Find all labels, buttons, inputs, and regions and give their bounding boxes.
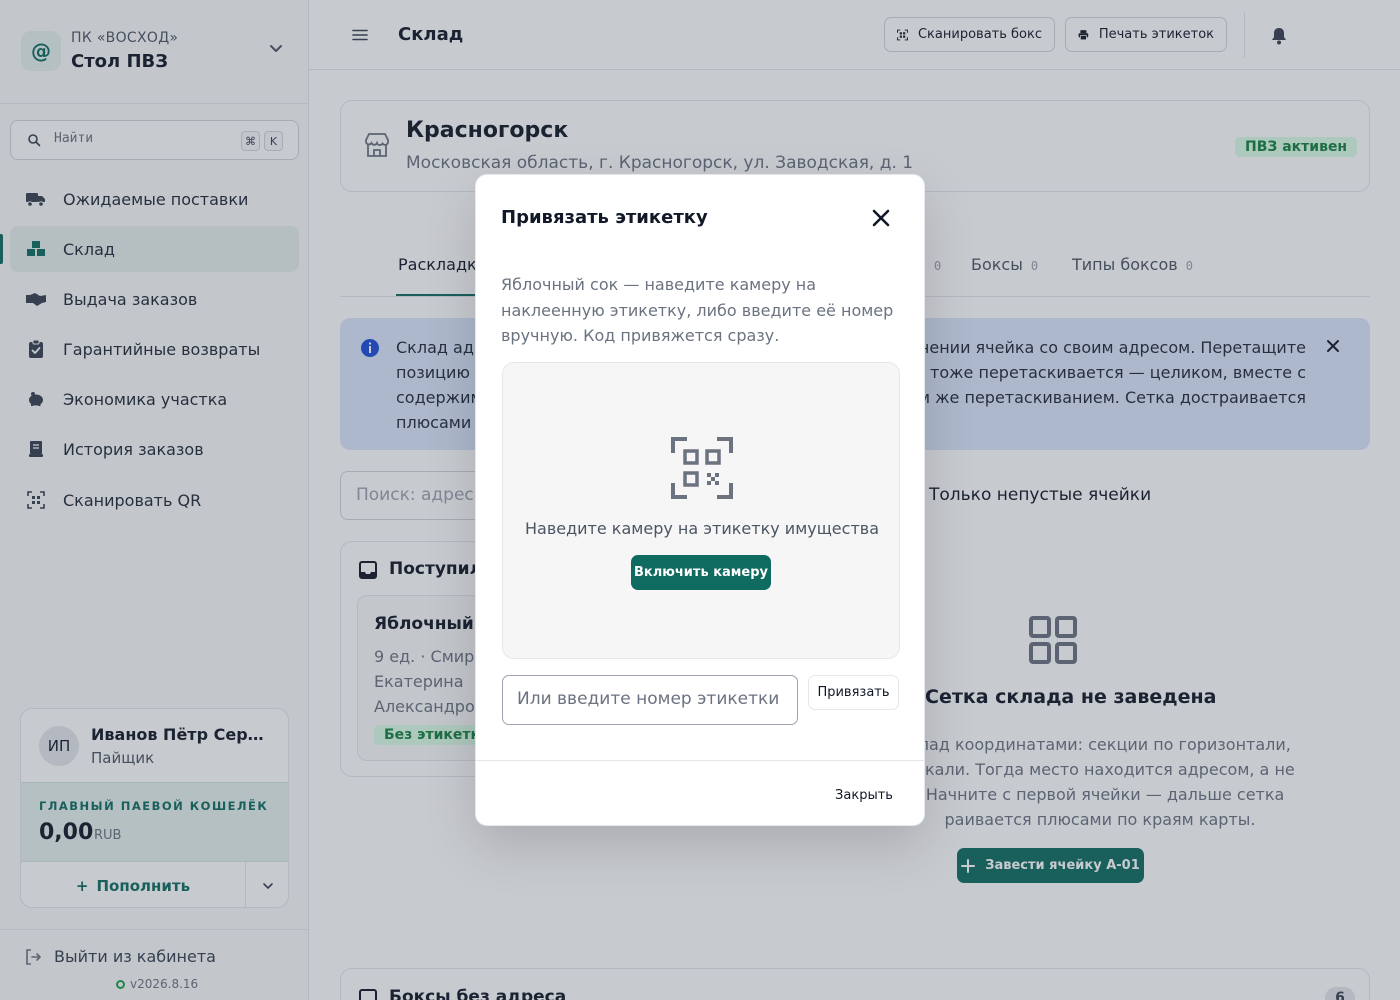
camera-scan-area: Наведите камеру на этикетку имущества Вк… <box>502 362 900 659</box>
bind-button[interactable]: Привязать <box>808 675 899 710</box>
qr-code-icon <box>671 437 733 499</box>
scan-hint: Наведите камеру на этикетку имущества <box>524 519 879 538</box>
divider <box>476 760 924 761</box>
label-number-input[interactable]: Или введите номер этикетки <box>502 675 798 725</box>
dialog-title: Привязать этикетку <box>501 207 708 228</box>
dialog-description: Яблочный сок — наведите камеру на наклее… <box>501 275 894 345</box>
label-number-placeholder: Или введите номер этикетки <box>517 689 780 709</box>
close-button[interactable]: Закрыть <box>823 778 905 812</box>
bind-label-dialog: Привязать этикетку Яблочный сок — наведи… <box>475 174 925 826</box>
close-icon[interactable] <box>870 207 892 229</box>
enable-camera-button[interactable]: Включить камеру <box>631 555 771 590</box>
